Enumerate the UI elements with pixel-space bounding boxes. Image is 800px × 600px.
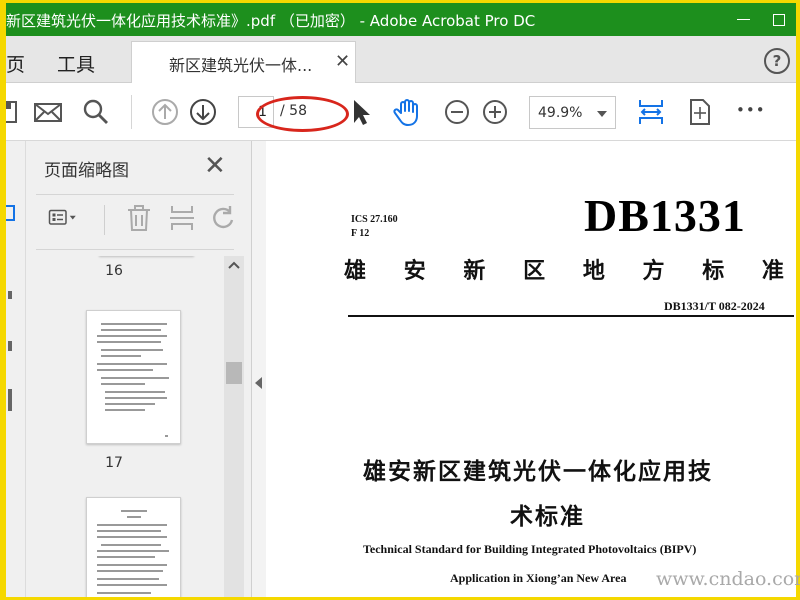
panel-tool-divider — [104, 205, 105, 235]
red-highlight-ellipse — [256, 96, 349, 132]
help-icon[interactable]: ? — [764, 48, 790, 74]
thumbnail-page[interactable] — [86, 497, 181, 597]
title-char: 标 — [702, 259, 725, 284]
home-tab[interactable]: 页 — [6, 50, 25, 77]
thumbnail-page[interactable] — [86, 310, 181, 444]
thumbnail-list: 16 17 — [36, 256, 224, 597]
page-down-icon[interactable] — [188, 97, 218, 127]
zoom-in-icon[interactable] — [480, 97, 510, 127]
english-title-line2: Application in Xiong’an New Area — [450, 571, 627, 585]
title-char: 新 — [463, 259, 486, 284]
thumbnail-options-icon[interactable] — [48, 203, 78, 233]
close-icon[interactable]: ✕ — [204, 151, 226, 181]
window-title: 新区建筑光伏一体化应用技术标准》.pdf （已加密） - Adobe Acrob… — [6, 12, 536, 30]
standard-number: DB1331/T 082-2024 — [664, 299, 765, 313]
ics-code: ICS 27.160 F 12 — [351, 213, 398, 241]
title-bar: 新区建筑光伏一体化应用技术标准》.pdf （已加密） - Adobe Acrob… — [6, 3, 796, 36]
title-char: 地 — [582, 259, 605, 284]
select-cursor-icon[interactable] — [346, 97, 376, 127]
attachment-nav-icon[interactable] — [8, 341, 12, 351]
bookmark-nav-icon[interactable] — [8, 291, 12, 299]
toolbar-divider — [131, 95, 132, 129]
fit-width-icon[interactable] — [636, 97, 666, 127]
layers-nav-icon[interactable] — [8, 389, 12, 411]
rotate-page-icon[interactable] — [685, 97, 715, 127]
title-char: 区 — [523, 259, 546, 284]
title-char: 准 — [761, 259, 784, 284]
panel-title: 页面缩略图 — [44, 161, 129, 181]
page-up-icon[interactable] — [150, 97, 180, 127]
standard-code: DB1331 — [584, 190, 746, 241]
tools-tab[interactable]: 工具 — [57, 50, 95, 77]
title-char: 安 — [403, 259, 426, 284]
thumbnail-scrollbar[interactable] — [224, 256, 244, 597]
site-watermark: www.cndao.com — [656, 568, 800, 590]
zoom-value: 49.9% — [538, 105, 583, 121]
panel-divider — [36, 194, 234, 195]
document-tab-label: 新区建筑光伏一体... — [169, 56, 313, 75]
close-tab-icon[interactable]: ✕ — [335, 51, 350, 72]
thumbnail-page-number: 16 — [105, 263, 123, 279]
title-char: 方 — [642, 259, 665, 284]
maximize-button[interactable] — [757, 3, 796, 36]
mail-icon[interactable] — [33, 97, 63, 127]
standard-type-title: 雄 安 新 区 地 方 标 准 — [344, 253, 784, 285]
thumbnails-nav-icon[interactable] — [6, 205, 16, 221]
insert-page-icon[interactable] — [167, 203, 197, 233]
hand-tool-icon[interactable] — [393, 97, 423, 127]
more-icon[interactable]: ••• — [736, 101, 766, 119]
chevron-down-icon — [597, 111, 607, 117]
save-icon[interactable] — [6, 97, 22, 127]
title-char: 雄 — [344, 259, 367, 284]
thumbnail-page-number: 17 — [105, 455, 123, 471]
menu-tab-row: 页 工具 新区建筑光伏一体... ✕ ? — [6, 36, 796, 83]
chinese-title-line1: 雄安新区建筑光伏一体化应用技 — [363, 459, 713, 485]
collapse-arrow-icon — [255, 377, 262, 389]
zoom-out-icon[interactable] — [442, 97, 472, 127]
acrobat-window: 新区建筑光伏一体化应用技术标准》.pdf （已加密） - Adobe Acrob… — [6, 3, 796, 597]
document-tab[interactable]: 新区建筑光伏一体... ✕ — [131, 41, 356, 83]
left-nav-rail — [6, 141, 26, 597]
ics-label: ICS 27.160 — [351, 214, 398, 225]
zoom-select[interactable]: 49.9% — [529, 96, 616, 129]
scroll-up-icon[interactable] — [227, 260, 241, 270]
page-thumbnails-panel: 页面缩略图 ✕ 16 17 — [26, 141, 252, 597]
main-toolbar: 1 / 58 49.9% ••• — [6, 83, 796, 141]
rotate-icon[interactable] — [208, 203, 238, 233]
english-title-line1: Technical Standard for Building Integrat… — [363, 542, 697, 556]
trash-icon[interactable] — [124, 203, 154, 233]
chinese-title-line2: 术标准 — [510, 504, 585, 530]
f-code-label: F 12 — [351, 228, 370, 239]
search-icon[interactable] — [81, 97, 111, 127]
header-rule — [348, 315, 794, 317]
document-view: ICS 27.160 F 12 DB1331 雄 安 新 区 地 方 标 准 D… — [266, 141, 796, 597]
panel-collapse-strip[interactable] — [252, 141, 266, 597]
scrollbar-thumb[interactable] — [226, 362, 242, 384]
panel-divider — [36, 249, 234, 250]
